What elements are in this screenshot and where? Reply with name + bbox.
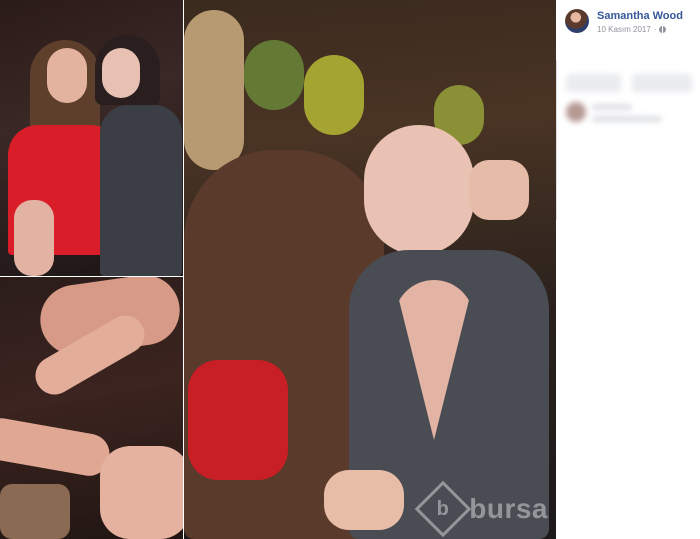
post-meta: Samantha Wood 10 Kasım 2017 · xyxy=(597,10,683,34)
post-date-row: 10 Kasım 2017 · xyxy=(597,25,683,34)
photo-top-left[interactable] xyxy=(0,0,183,276)
watermark-badge-icon: b xyxy=(414,480,472,538)
blurred-text xyxy=(592,116,662,122)
photo-bottom-left[interactable] xyxy=(0,276,183,539)
blurred-button xyxy=(632,74,692,92)
blurred-avatar xyxy=(566,102,586,122)
watermark: b bursa xyxy=(414,480,548,538)
author-name[interactable]: Samantha Wood xyxy=(597,10,683,22)
globe-icon[interactable] xyxy=(659,26,667,33)
blurred-content xyxy=(560,62,698,132)
photo-main[interactable] xyxy=(184,0,556,539)
blurred-button xyxy=(566,74,621,92)
photo-divider-horizontal xyxy=(0,276,183,277)
post-date[interactable]: 10 Kasım 2017 xyxy=(597,25,651,34)
avatar[interactable] xyxy=(565,9,589,33)
photo-grid: b bursa xyxy=(0,0,556,539)
meta-separator: · xyxy=(653,25,657,34)
watermark-text: bursa xyxy=(469,493,548,524)
post-header: Samantha Wood 10 Kasım 2017 · xyxy=(565,9,683,34)
scrollbar-track[interactable] xyxy=(556,60,557,220)
blurred-text xyxy=(592,104,632,110)
photo-divider-vertical xyxy=(183,0,184,539)
post-sidebar: Samantha Wood 10 Kasım 2017 · xyxy=(556,0,700,539)
